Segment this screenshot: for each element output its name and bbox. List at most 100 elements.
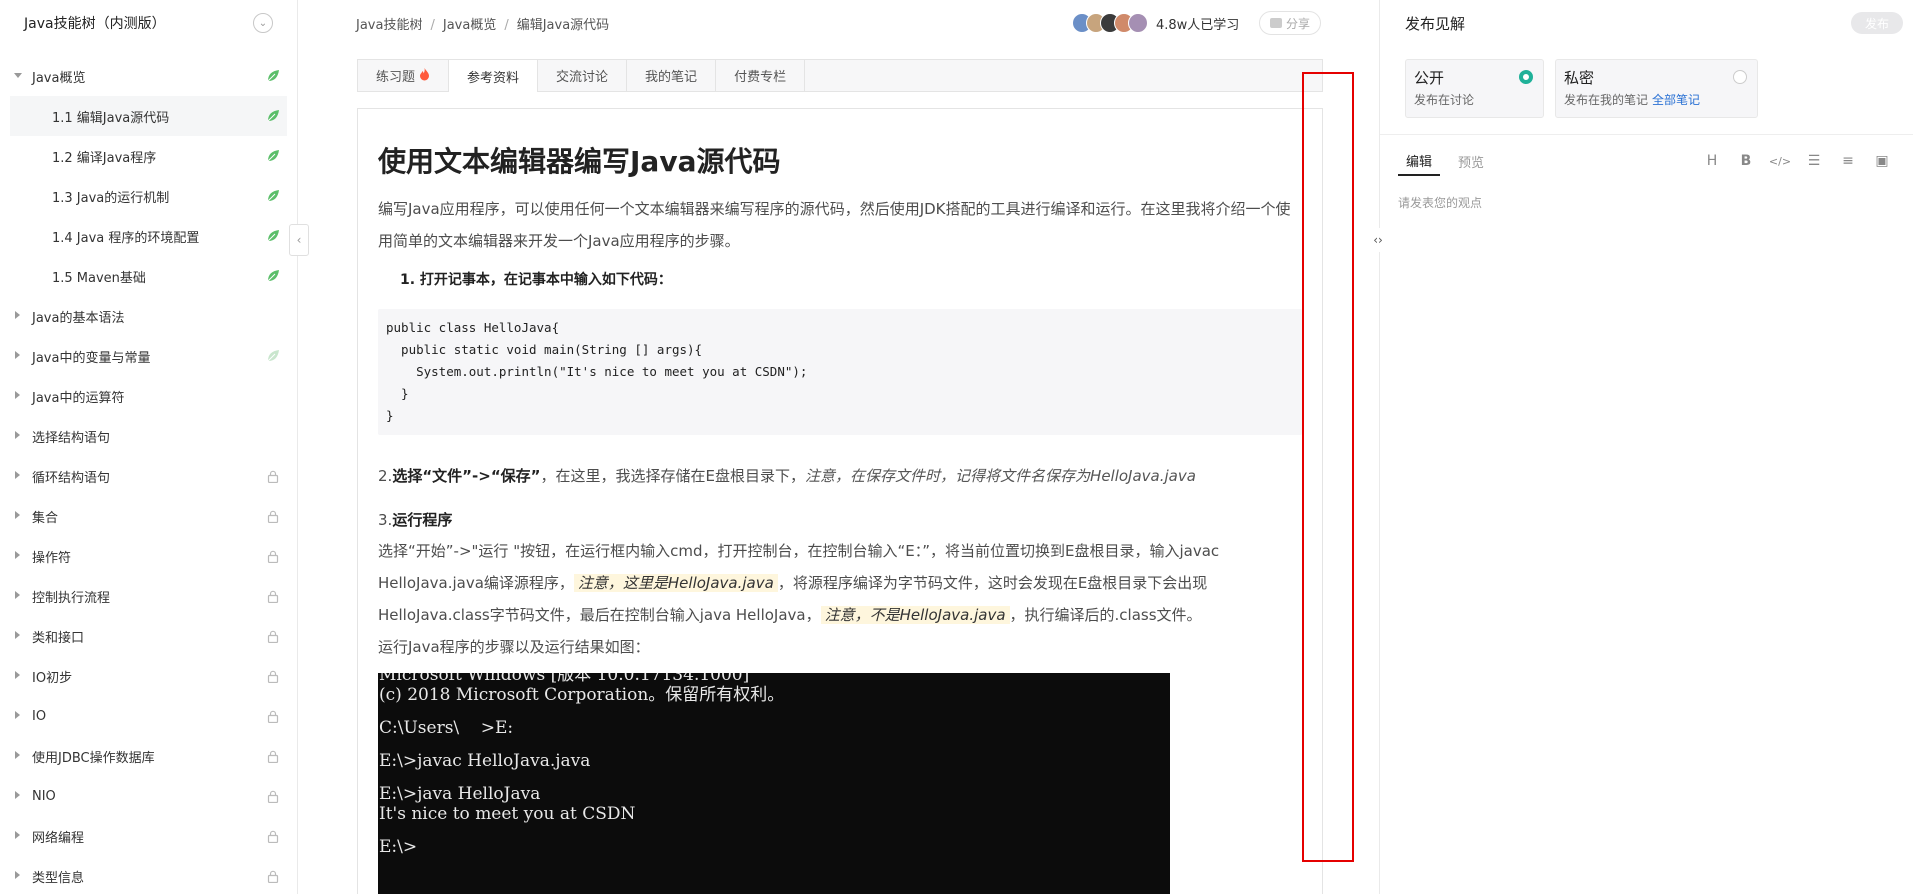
caret-right-icon	[15, 711, 20, 719]
tab-4[interactable]: 付费专栏	[716, 60, 806, 91]
resize-handle-icon[interactable]: ‹›	[1366, 228, 1390, 252]
code-icon[interactable]: </>	[1763, 148, 1797, 174]
caret-right-icon	[15, 871, 20, 879]
visibility-public-option[interactable]: 公开 发布在讨论	[1405, 59, 1544, 118]
article-intro: 编写Java应用程序，可以使用任何一个文本编辑器来编写程序的源代码，然后使用JD…	[378, 200, 1291, 250]
lock-icon	[265, 868, 281, 884]
avatar	[1128, 13, 1148, 33]
terminal-line: Microsoft Windows [版本 10.0.17134.1000]	[379, 673, 750, 685]
visibility-desc: 发布在讨论	[1414, 93, 1475, 107]
sidebar-item[interactable]: 选择结构语句	[0, 416, 297, 456]
leaf-icon	[265, 228, 281, 244]
sidebar-subitem[interactable]: 1.2 编译Java程序	[0, 136, 297, 176]
terminal-line: E:\>javac HelloJava.java	[379, 751, 591, 771]
share-icon	[1270, 18, 1282, 28]
article: 使用文本编辑器编写Java源代码 编写Java应用程序，可以使用任何一个文本编辑…	[357, 108, 1323, 894]
sidebar-item-label: 1.2 编译Java程序	[52, 150, 157, 166]
visibility-desc: 发布在我的笔记 全部笔记	[1564, 93, 1701, 107]
breadcrumb-item[interactable]: Java技能树	[356, 18, 422, 33]
tab-edit[interactable]: 编辑	[1398, 146, 1441, 176]
caret-right-icon	[15, 511, 20, 519]
caret-down-icon	[14, 73, 22, 78]
radio-unchecked-icon[interactable]	[1733, 70, 1747, 84]
sidebar-item[interactable]: 循环结构语句	[0, 456, 297, 496]
sidebar-item[interactable]: 类和接口	[0, 616, 297, 656]
sidebar-subitem[interactable]: 1.1 编辑Java源代码	[10, 96, 287, 136]
sidebar-item-label: IO初步	[32, 670, 73, 686]
heading-icon[interactable]: H	[1695, 148, 1729, 174]
sidebar-item[interactable]: 控制执行流程	[0, 576, 297, 616]
sidebar-item[interactable]: Java的基本语法	[0, 296, 297, 336]
visibility-options: 公开 发布在讨论 私密 发布在我的笔记 全部笔记	[1405, 59, 1769, 118]
caret-right-icon	[15, 751, 20, 759]
sidebar-title: Java技能树（内测版）	[24, 16, 166, 32]
sidebar-item-label: IO	[32, 708, 47, 724]
sidebar-tree: Java概览 1.1 编辑Java源代码 1.2 编译Java程序 1.3 Java的…	[0, 46, 297, 894]
caret-right-icon	[15, 351, 20, 359]
leaf-icon	[265, 188, 281, 204]
caret-right-icon	[15, 471, 20, 479]
editor-placeholder[interactable]: 请发表您的观点	[1398, 194, 1482, 211]
collapse-sidebar-button[interactable]: ‹	[289, 224, 309, 256]
terminal-screenshot: Microsoft Windows [版本 10.0.17134.1000] (c…	[378, 673, 1170, 894]
caret-right-icon	[15, 791, 20, 799]
sidebar-item[interactable]: Java概览	[0, 56, 297, 96]
tab-preview[interactable]: 预览	[1450, 146, 1492, 176]
sidebar-item-label: 类型信息	[32, 870, 85, 886]
divider	[1380, 134, 1913, 135]
sidebar-subitem[interactable]: 1.5 Maven基础	[0, 256, 297, 296]
sidebar-item[interactable]: IO初步	[0, 656, 297, 696]
sidebar-item-label: 1.4 Java 程序的环境配置	[52, 230, 200, 246]
publish-button[interactable]: 发布	[1850, 12, 1903, 34]
sidebar-item-label: 网络编程	[32, 830, 85, 846]
sidebar-item[interactable]: Java中的运算符	[0, 376, 297, 416]
sidebar-subitem[interactable]: 1.3 Java的运行机制	[0, 176, 297, 216]
sidebar-item[interactable]: 操作符	[0, 536, 297, 576]
ordered-list-icon[interactable]: ≡	[1831, 148, 1865, 174]
sidebar-item-label: 集合	[32, 510, 59, 526]
all-notes-link[interactable]: 全部笔记	[1652, 93, 1700, 107]
lock-icon	[265, 708, 281, 724]
sidebar-item-label: Java的基本语法	[32, 310, 125, 326]
sidebar-item[interactable]: NIO	[0, 776, 297, 816]
tab-2[interactable]: 交流讨论	[538, 60, 628, 91]
visibility-title: 私密	[1564, 69, 1595, 87]
breadcrumb-item: 编辑Java源代码	[516, 17, 610, 33]
lock-icon	[265, 588, 281, 604]
sidebar-item[interactable]: 网络编程	[0, 816, 297, 856]
tab-label: 交流讨论	[556, 70, 609, 85]
visibility-title: 公开	[1414, 69, 1445, 87]
tab-0[interactable]: 练习题	[358, 60, 450, 91]
sidebar-item[interactable]: Java中的变量与常量	[0, 336, 297, 376]
image-icon[interactable]: ▣	[1865, 148, 1899, 174]
sidebar-item-label: 1.1 编辑Java源代码	[52, 110, 170, 126]
collapse-chevron-icon[interactable]: ⌄	[253, 13, 273, 33]
radio-checked-icon[interactable]	[1519, 70, 1533, 84]
bold-icon[interactable]: B	[1729, 148, 1763, 174]
sidebar-item-label: 控制执行流程	[32, 590, 111, 606]
tab-1[interactable]: 参考资料	[449, 60, 539, 92]
visibility-private-option[interactable]: 私密 发布在我的笔记 全部笔记	[1555, 59, 1758, 118]
editor-tabs: 编辑 预览	[1398, 146, 1492, 176]
terminal-line: E:\>	[379, 837, 418, 857]
sidebar-item[interactable]: IO	[0, 696, 297, 736]
sidebar-item[interactable]: 集合	[0, 496, 297, 536]
bullet-list-icon[interactable]: ☰	[1797, 148, 1831, 174]
sidebar-item[interactable]: 类型信息	[0, 856, 297, 894]
caret-right-icon	[15, 831, 20, 839]
sidebar-item[interactable]: 使用JDBC操作数据库	[0, 736, 297, 776]
sidebar-subitem[interactable]: 1.4 Java 程序的环境配置	[0, 216, 297, 256]
share-button[interactable]: 分享	[1259, 11, 1322, 35]
tab-3[interactable]: 我的笔记	[627, 60, 717, 91]
terminal-line: E:\>java HelloJava	[379, 784, 541, 804]
lock-icon	[265, 788, 281, 804]
caret-right-icon	[15, 311, 20, 319]
lock-icon	[265, 548, 281, 564]
panel-title: 发布见解	[1405, 14, 1466, 33]
sidebar-item-label: 循环结构语句	[32, 470, 111, 486]
breadcrumb-item[interactable]: Java概览	[443, 18, 496, 33]
sidebar-item-label: 操作符	[32, 550, 72, 566]
caret-right-icon	[15, 431, 20, 439]
